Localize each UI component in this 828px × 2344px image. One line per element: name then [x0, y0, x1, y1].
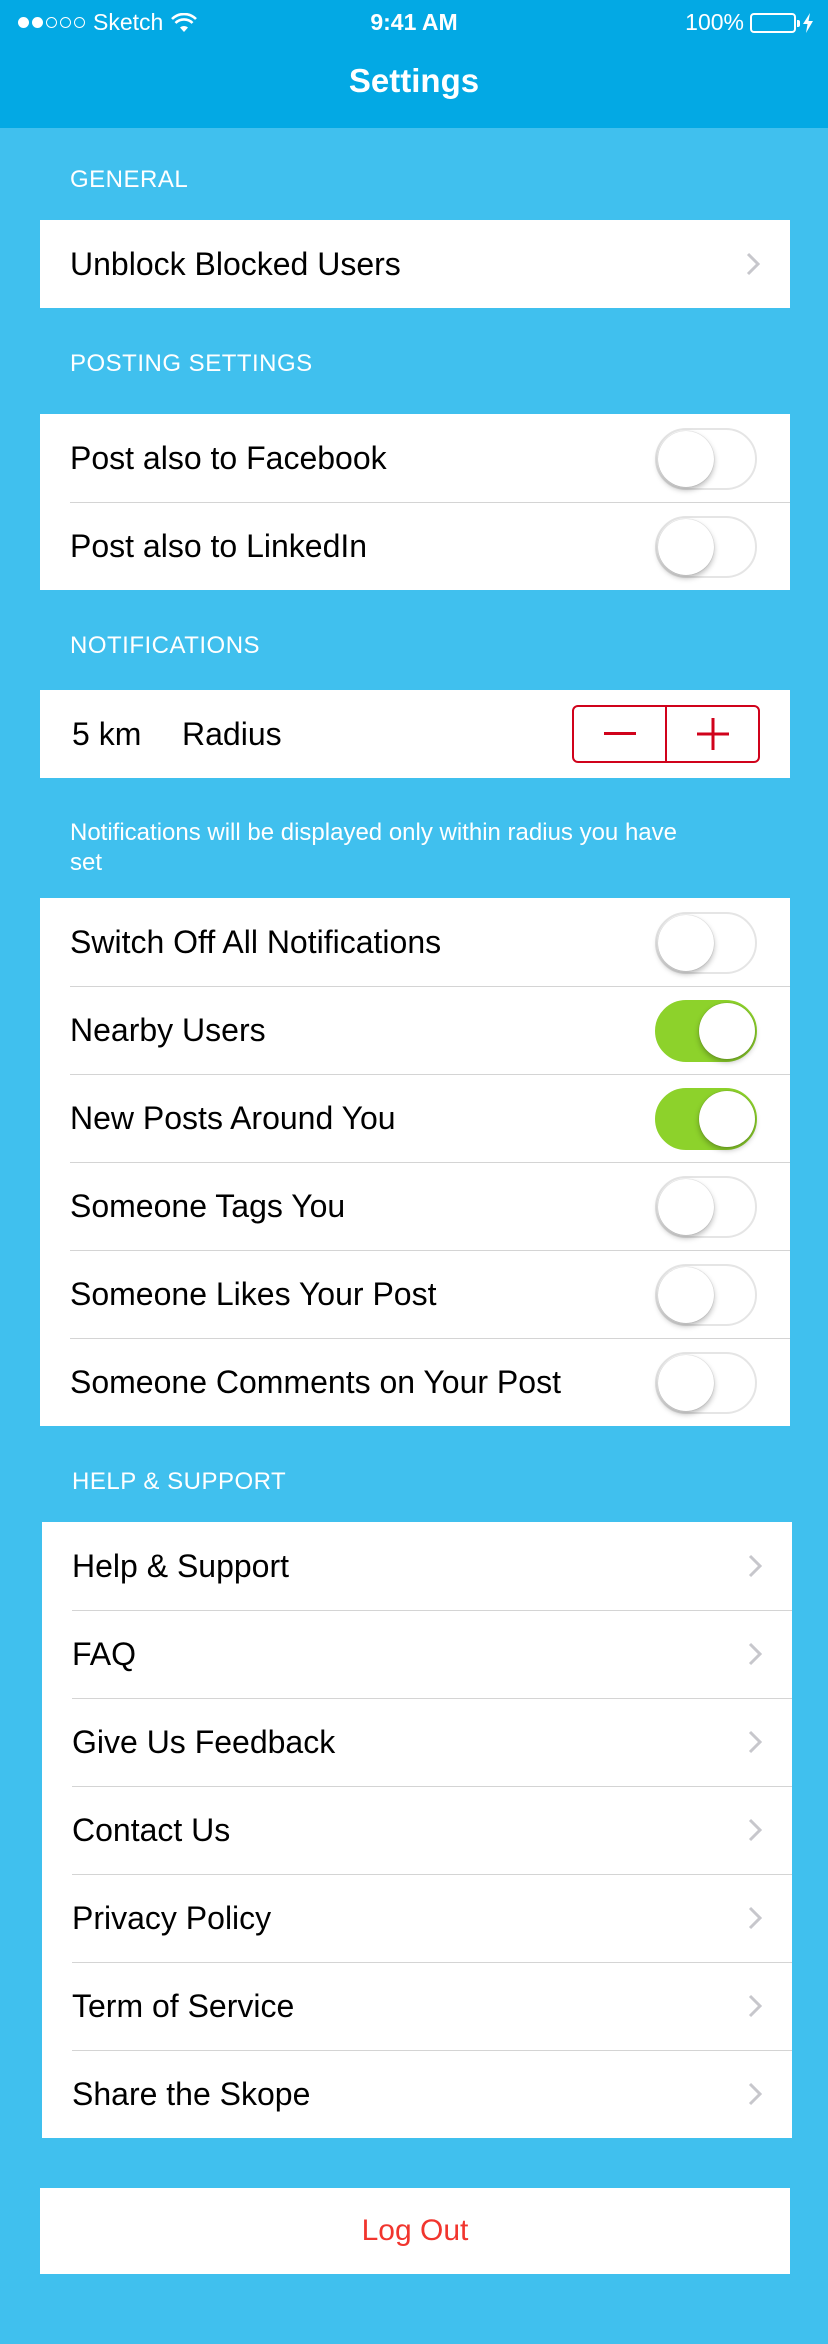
someone-tags-row: Someone Tags You [40, 1162, 790, 1250]
chevron-right-icon [748, 1818, 762, 1842]
chevron-right-icon [748, 2082, 762, 2106]
post-facebook-row: Post also to Facebook [40, 414, 790, 502]
radius-group: 5 km Radius [40, 690, 790, 778]
post-linkedin-toggle[interactable] [655, 516, 757, 578]
contact-us-row[interactable]: Contact Us [42, 1786, 792, 1874]
minus-icon [603, 732, 636, 735]
row-label: Contact Us [72, 1811, 231, 1848]
give-feedback-row[interactable]: Give Us Feedback [42, 1698, 792, 1786]
help-group: Help & Support FAQ Give Us Feedback Cont… [42, 1522, 792, 2138]
radius-row: 5 km Radius [40, 690, 790, 778]
post-facebook-toggle[interactable] [655, 428, 757, 490]
chevron-right-icon [746, 252, 760, 276]
chevron-right-icon [748, 1994, 762, 2018]
new-posts-toggle[interactable] [655, 1088, 757, 1150]
row-label: Share the Skope [72, 2075, 311, 2112]
status-bar: Sketch 9:41 AM 100% [0, 0, 828, 45]
nearby-users-row: Nearby Users [40, 986, 790, 1074]
someone-likes-toggle[interactable] [655, 1264, 757, 1326]
logout-button[interactable]: Log Out [40, 2188, 790, 2274]
help-support-row[interactable]: Help & Support [42, 1522, 792, 1610]
share-skope-row[interactable]: Share the Skope [42, 2050, 792, 2138]
section-header-general: GENERAL [70, 166, 189, 193]
general-group: Unblock Blocked Users [40, 220, 790, 308]
switch-off-all-row: Switch Off All Notifications [40, 898, 790, 986]
post-linkedin-row: Post also to LinkedIn [40, 502, 790, 590]
battery-icon [750, 12, 800, 33]
chevron-right-icon [748, 1554, 762, 1578]
page-title: Settings [348, 62, 480, 99]
radius-increase-button[interactable] [665, 707, 758, 761]
section-header-notifications: NOTIFICATIONS [70, 632, 261, 659]
charging-bolt-icon [803, 12, 813, 33]
chevron-right-icon [748, 1642, 762, 1666]
status-right: 100% [685, 9, 814, 36]
chevron-right-icon [748, 1730, 762, 1754]
someone-likes-row: Someone Likes Your Post [40, 1250, 790, 1338]
notifications-group: Switch Off All Notifications Nearby User… [40, 898, 790, 1426]
plus-icon [696, 718, 729, 750]
battery-percent: 100% [685, 9, 744, 35]
section-header-posting: POSTING SETTINGS [70, 350, 313, 377]
row-label: FAQ [72, 1635, 137, 1672]
radius-note: Notifications will be displayed only wit… [70, 819, 677, 876]
term-of-service-row[interactable]: Term of Service [42, 1962, 792, 2050]
someone-comments-toggle[interactable] [655, 1352, 757, 1414]
privacy-policy-row[interactable]: Privacy Policy [42, 1874, 792, 1962]
row-label: Privacy Policy [72, 1899, 272, 1936]
someone-tags-toggle[interactable] [655, 1176, 757, 1238]
row-label: Help & Support [72, 1547, 290, 1584]
radius-stepper [572, 705, 760, 763]
unblock-users-row[interactable]: Unblock Blocked Users [40, 220, 790, 308]
nearby-users-toggle[interactable] [655, 1000, 757, 1062]
row-label: Term of Service [72, 1987, 295, 2024]
radius-value: 5 km [72, 715, 142, 752]
section-header-help: HELP & SUPPORT [72, 1468, 287, 1495]
radius-decrease-button[interactable] [574, 707, 665, 761]
posting-group: Post also to Facebook Post also to Linke… [40, 414, 790, 590]
faq-row[interactable]: FAQ [42, 1610, 792, 1698]
chevron-right-icon [748, 1906, 762, 1930]
top-bar: Sketch 9:41 AM 100% Settings [0, 0, 828, 128]
switch-off-all-toggle[interactable] [655, 912, 757, 974]
new-posts-row: New Posts Around You [40, 1074, 790, 1162]
someone-comments-row: Someone Comments on Your Post [40, 1338, 790, 1426]
row-label: Unblock Blocked Users [70, 245, 401, 282]
row-label: Give Us Feedback [72, 1723, 336, 1760]
